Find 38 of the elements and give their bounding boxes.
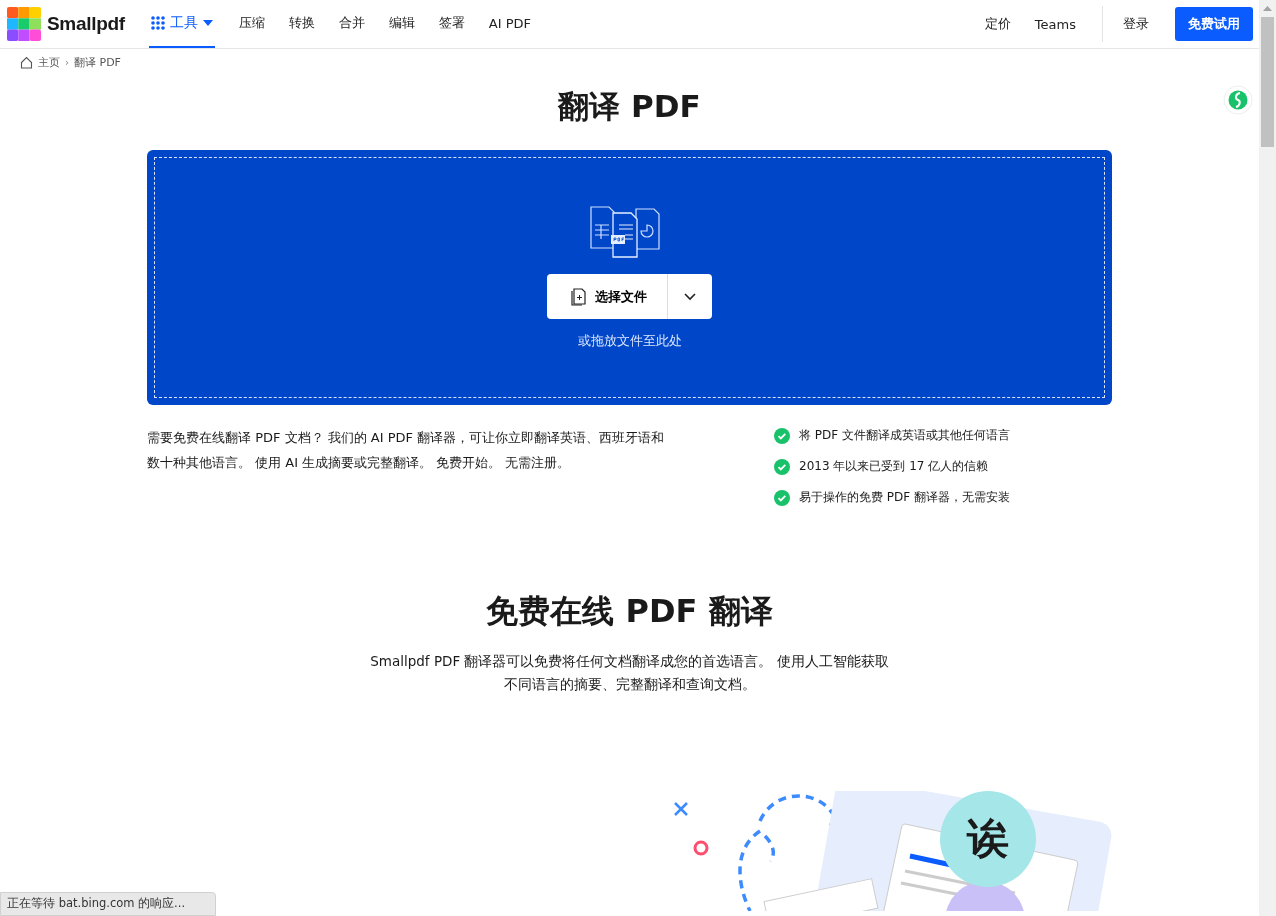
home-icon[interactable] [20, 56, 33, 69]
status-bar: 正在等待 bat.bing.com 的响应... [0, 892, 217, 916]
check-icon [774, 427, 790, 444]
drop-zone[interactable]: 选择文件 或拖放文件至此处 [147, 150, 1112, 405]
nav-link[interactable]: 编辑 [376, 0, 427, 48]
feature-text: 2013 年以来已受到 17 亿人的信赖 [799, 458, 989, 475]
intro-paragraph: 需要免费在线翻译 PDF 文档？ 我们的 AI PDF 翻译器，可让你立即翻译英语、西班牙语和数十种其他语言。 使用 AI 生成摘要或完整翻译。 免费开始。 无需注册。 [147, 429, 666, 472]
caret-icon [202, 20, 213, 26]
nav-link[interactable]: 签署 [426, 0, 477, 48]
drop-hint: 或拖放文件至此处 [577, 332, 682, 350]
check-icon [774, 458, 790, 475]
nav-link[interactable]: AI PDF [476, 0, 544, 48]
check-icon [774, 489, 790, 506]
section-paragraph: Smallpdf PDF 翻译器可以免费将任何文档翻译成您的首选语言。 使用人工智能获取不同语言的摘要、完整翻译和查询文档。 [369, 652, 890, 694]
free-trial-button[interactable]: 免费试用 [1175, 7, 1253, 41]
tools-menu[interactable]: 工具 [148, 0, 215, 48]
grid-icon [150, 16, 165, 30]
feature-text: 易于操作的免费 PDF 翻译器，无需安装 [799, 489, 1010, 506]
nav-link[interactable]: 压缩 [226, 0, 277, 48]
feature-text: 将 PDF 文件翻译成英语或其他任何语言 [799, 427, 1010, 444]
breadcrumb-separator: › [65, 57, 69, 68]
leaf-icon[interactable] [1223, 85, 1253, 115]
breadcrumb-link[interactable]: 主页 [38, 55, 60, 70]
scrollbar[interactable] [1259, 0, 1276, 916]
nav-link[interactable]: 定价 [972, 15, 1023, 33]
scroll-up-icon[interactable] [1263, 6, 1272, 11]
nav-link[interactable]: Teams [1022, 16, 1088, 32]
page-title: 翻译 PDF [558, 87, 701, 126]
scrollbar-thumb[interactable] [1261, 17, 1274, 147]
nav-link[interactable]: 合并 [326, 0, 377, 48]
nav-link[interactable]: 转换 [276, 0, 327, 48]
brand-name[interactable]: Smallpdf [47, 13, 125, 35]
login-link[interactable]: 登录 [1123, 15, 1149, 33]
breadcrumb-current: 翻译 PDF [74, 55, 121, 70]
chevron-down-icon [684, 292, 696, 301]
section-title: 免费在线 PDF 翻译 [485, 591, 774, 632]
file-add-icon [571, 287, 587, 306]
logo-icon[interactable] [7, 7, 41, 41]
